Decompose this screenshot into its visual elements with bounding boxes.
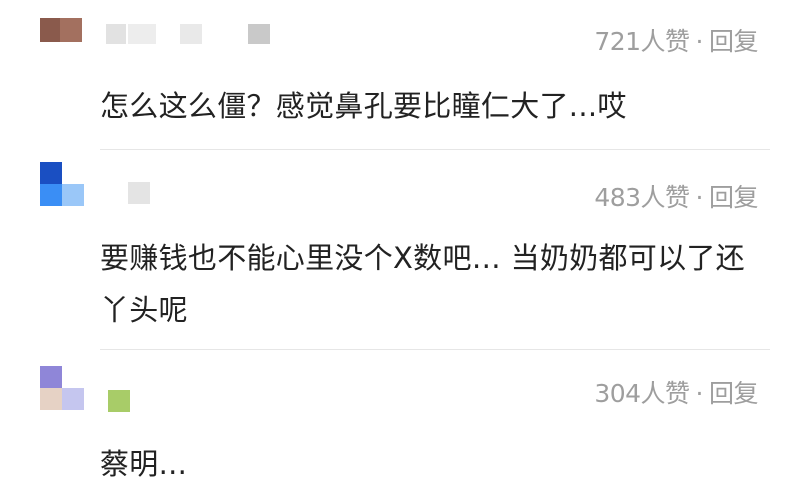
comment-text: 要赚钱也不能心里没个X数吧… 当奶奶都可以了还丫头呢 [100,241,745,327]
avatar-pixel [62,388,84,410]
avatar-pixel [62,184,84,206]
comment-item: 721人赞 · 回复 怎么这么僵？感觉鼻孔要比瞳仁大了...哎 [0,0,800,150]
like-count[interactable]: 721人赞 [594,27,690,56]
avatar[interactable] [40,162,84,206]
reply-button[interactable]: 回复 [709,183,759,212]
like-count[interactable]: 304人赞 [594,379,690,408]
avatar[interactable] [40,18,100,42]
avatar-pixel [40,388,62,410]
comment-item: 483人赞 · 回复 要赚钱也不能心里没个X数吧… 当奶奶都可以了还丫头呢 [0,150,800,350]
reply-button[interactable]: 回复 [709,379,759,408]
username[interactable] [106,24,276,46]
username[interactable] [128,182,158,204]
comment-text: 怎么这么僵？感觉鼻孔要比瞳仁大了...哎 [100,89,627,123]
avatar-pixel [60,18,82,42]
comment-item: 304人赞 · 回复 蔡明... [0,350,800,495]
avatar-pixel [40,18,60,42]
avatar[interactable] [40,366,84,410]
comment-meta: 304人赞 · 回复 [594,374,758,410]
comment-meta: 721人赞 · 回复 [594,22,758,58]
avatar-pixel [40,366,62,388]
reply-button[interactable]: 回复 [709,27,759,56]
avatar-pixel [40,162,62,184]
username[interactable] [108,390,138,412]
avatar-pixel [40,184,62,206]
meta-separator: · [695,379,704,408]
comment-text: 蔡明... [100,447,188,481]
like-count[interactable]: 483人赞 [594,183,690,212]
comment-meta: 483人赞 · 回复 [594,178,758,214]
meta-separator: · [695,27,704,56]
meta-separator: · [695,183,704,212]
